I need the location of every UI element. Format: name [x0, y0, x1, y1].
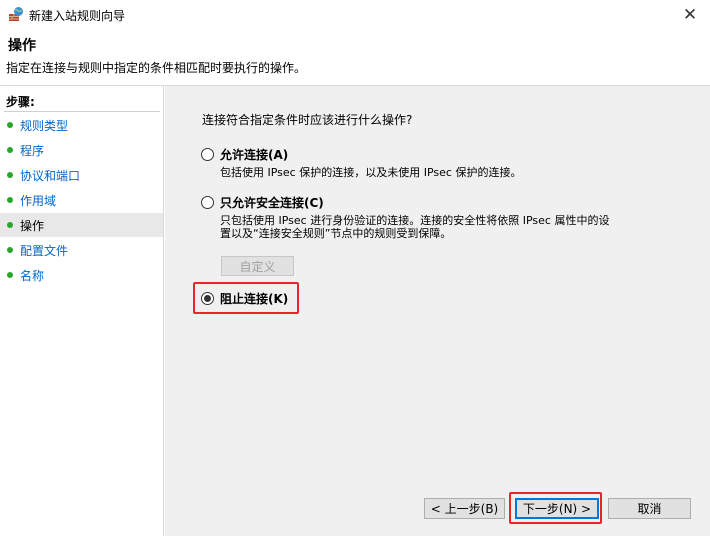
- close-button[interactable]: ✕: [670, 0, 710, 30]
- steps-heading: 步骤:: [6, 95, 35, 109]
- allow-connection-radio[interactable]: [201, 148, 214, 161]
- title-bar: 新建入站规则向导 ✕: [0, 0, 710, 30]
- sidebar-item-profile[interactable]: 配置文件: [0, 238, 163, 262]
- allow-connection-description: 包括使用 IPsec 保护的连接，以及未使用 IPsec 保护的连接。: [220, 166, 522, 179]
- action-panel: 连接符合指定条件时应该进行什么操作? 允许连接(A) 包括使用 IPsec 保护…: [165, 86, 710, 536]
- next-button[interactable]: 下一步(N) >: [515, 498, 599, 519]
- sidebar-item-label: 规则类型: [20, 118, 69, 133]
- step-bullet-icon: [7, 247, 13, 253]
- step-bullet-icon: [7, 122, 13, 128]
- step-bullet-icon: [7, 197, 13, 203]
- step-bullet-icon: [7, 272, 13, 278]
- action-question: 连接符合指定条件时应该进行什么操作?: [202, 113, 413, 127]
- sidebar-item-program[interactable]: 程序: [0, 138, 163, 162]
- allow-connection-option[interactable]: 允许连接(A): [201, 146, 288, 163]
- sidebar-item-scope[interactable]: 作用域: [0, 188, 163, 212]
- sidebar-item-label: 协议和端口: [20, 168, 81, 183]
- step-bullet-icon: [7, 172, 13, 178]
- sidebar-item-name[interactable]: 名称: [0, 263, 163, 287]
- sidebar-item-label: 操作: [20, 218, 45, 233]
- sidebar-item-rule-type[interactable]: 规则类型: [0, 113, 163, 137]
- secure-only-label: 只允许安全连接(C): [220, 196, 324, 210]
- sidebar-item-label: 程序: [20, 143, 45, 158]
- block-connection-option[interactable]: 阻止连接(K): [201, 290, 288, 307]
- steps-divider: [4, 111, 160, 112]
- wizard-header: 操作 指定在连接与规则中指定的条件相匹配时要执行的操作。: [0, 30, 710, 80]
- cancel-button[interactable]: 取消: [608, 498, 691, 519]
- window-title: 新建入站规则向导: [29, 9, 126, 23]
- sidebar-item-action[interactable]: 操作: [0, 213, 163, 237]
- page-title: 操作: [8, 38, 36, 54]
- firewall-app-icon: [8, 6, 24, 22]
- step-bullet-icon: [7, 147, 13, 153]
- secure-only-radio[interactable]: [201, 196, 214, 209]
- sidebar-item-label: 名称: [20, 268, 45, 283]
- block-connection-radio[interactable]: [201, 292, 214, 305]
- sidebar-item-label: 配置文件: [20, 243, 69, 258]
- secure-only-description-line2: 置以及“连接安全规则”节点中的规则受到保障。: [220, 227, 452, 240]
- block-connection-label: 阻止连接(K): [220, 292, 289, 306]
- customize-button[interactable]: 自定义: [221, 256, 294, 276]
- close-icon: ✕: [682, 5, 698, 25]
- secure-only-option[interactable]: 只允许安全连接(C): [201, 194, 324, 211]
- steps-sidebar: 步骤: 规则类型 程序 协议和端口 作用域 操作 配置文件 名称: [0, 86, 164, 536]
- page-description: 指定在连接与规则中指定的条件相匹配时要执行的操作。: [6, 61, 307, 75]
- sidebar-item-protocol-ports[interactable]: 协议和端口: [0, 163, 163, 187]
- secure-only-description-line1: 只包括使用 IPsec 进行身份验证的连接。连接的安全性将依照 IPsec 属性…: [220, 214, 610, 227]
- back-button[interactable]: < 上一步(B): [424, 498, 505, 519]
- sidebar-item-label: 作用域: [20, 193, 57, 208]
- allow-connection-label: 允许连接(A): [220, 148, 289, 162]
- step-bullet-icon: [7, 222, 13, 228]
